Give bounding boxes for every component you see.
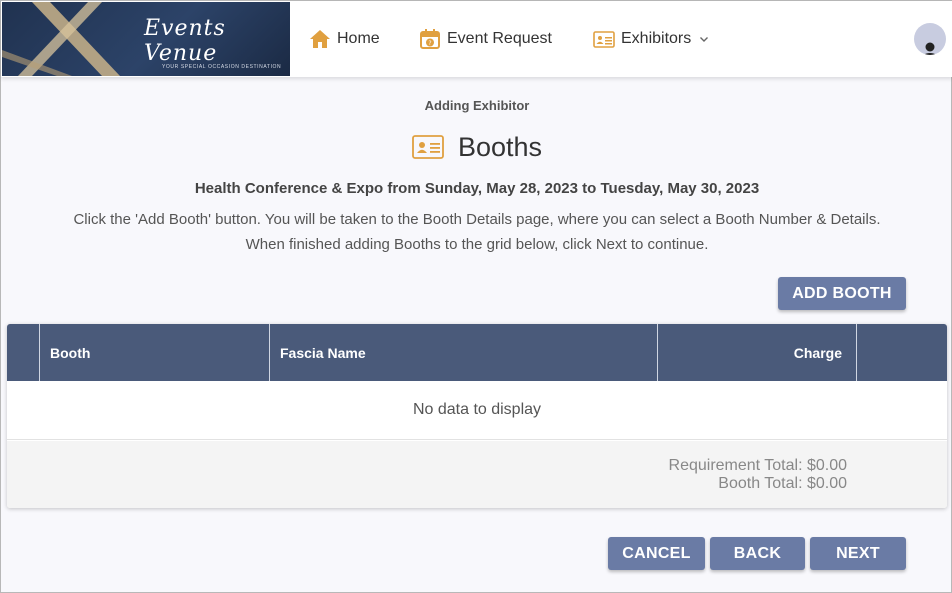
nav-exhibitors[interactable]: Exhibitors [593, 26, 709, 52]
requirement-total: Requirement Total: $0.00 [668, 457, 847, 474]
next-button[interactable]: NEXT [810, 537, 906, 570]
column-header-fascia-name[interactable]: Fascia Name [270, 324, 658, 381]
page-title: Booths [457, 131, 543, 162]
instruction-text-1: Click the 'Add Booth' button. You will b… [73, 211, 881, 228]
events-venue-logo[interactable]: Events Venue YOUR SPECIAL OCCASION DESTI… [2, 2, 290, 76]
logo-tagline: YOUR SPECIAL OCCASION DESTINATION [162, 64, 282, 70]
nav-home-label: Home [337, 30, 380, 47]
nav-event-request-label: Event Request [447, 30, 552, 47]
home-icon [310, 30, 330, 48]
grid-summary-footer: Requirement Total: $0.00 Booth Total: $0… [7, 441, 947, 508]
grid-header: Booth Fascia Name Charge [7, 324, 947, 381]
nav-home[interactable]: Home [309, 26, 380, 52]
page-title-row: Booths [1, 129, 952, 165]
user-avatar-icon [923, 42, 937, 55]
nav-exhibitors-label: Exhibitors [621, 30, 692, 47]
nav-event-request[interactable]: ? Event Request [419, 26, 552, 52]
cancel-button[interactable]: CANCEL [608, 537, 705, 570]
user-avatar[interactable] [914, 23, 946, 55]
grid-empty-message: No data to display [7, 381, 947, 440]
column-header-booth[interactable]: Booth [40, 324, 270, 381]
instruction-text-2: When finished adding Booths to the grid … [245, 236, 709, 253]
top-navbar: Events Venue YOUR SPECIAL OCCASION DESTI… [1, 1, 952, 77]
id-card-icon [593, 31, 615, 48]
add-booth-button[interactable]: ADD BOOTH [778, 277, 906, 310]
logo-script-text: Events Venue [144, 16, 226, 66]
column-header-actions [857, 324, 947, 381]
calendar-question-icon: ? [420, 29, 440, 49]
column-header-charge[interactable]: Charge [658, 324, 857, 381]
booth-total: Booth Total: $0.00 [718, 475, 847, 492]
chevron-down-icon [700, 37, 709, 42]
back-button[interactable]: BACK [710, 537, 805, 570]
page-subtitle: Adding Exhibitor [424, 98, 530, 113]
booths-grid: Booth Fascia Name Charge No data to disp… [7, 324, 947, 508]
app-window: Events Venue YOUR SPECIAL OCCASION DESTI… [0, 0, 952, 593]
svg-text:?: ? [428, 40, 431, 47]
column-header-select[interactable] [7, 324, 40, 381]
event-info: Health Conference & Expo from Sunday, Ma… [194, 180, 760, 197]
id-card-icon [412, 135, 444, 159]
